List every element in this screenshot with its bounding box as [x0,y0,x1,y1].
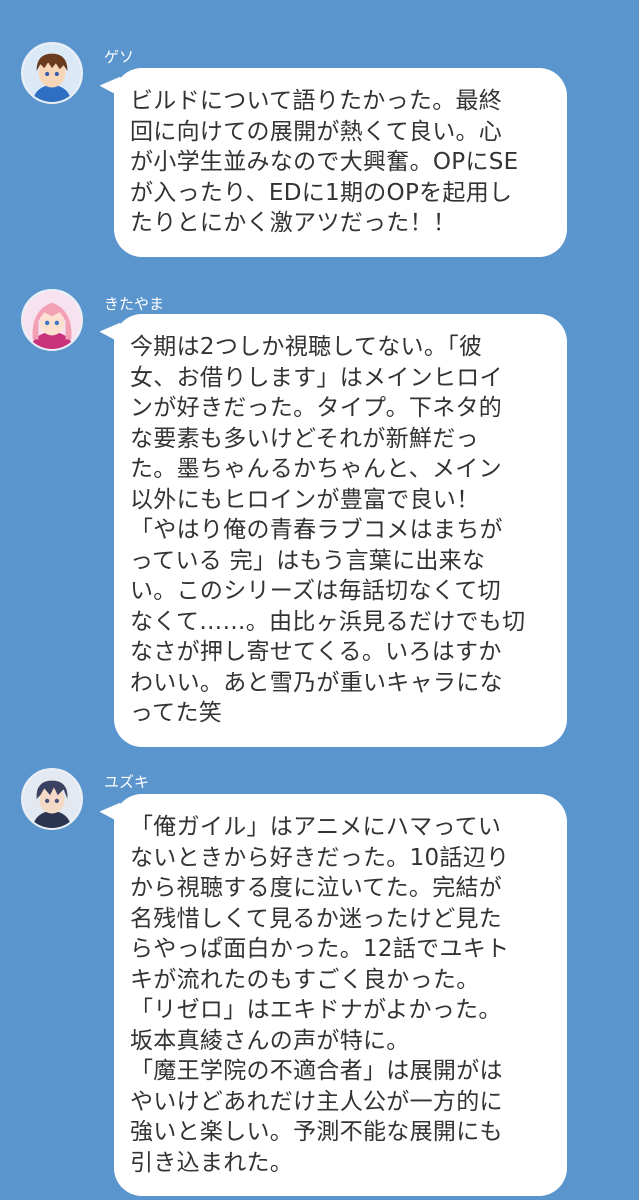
message-line: 以外にもヒロインが豊富で良い！ [130,486,480,513]
message-line: た。墨ちゃんるかちゃんと、メイン [130,456,502,482]
message-line: 今期は2つしか視聴してない。「彼 [130,334,483,360]
sender-name: ユズキ [104,773,150,791]
message-line: っている 完」はもう言葉に出来な [130,547,486,574]
message-line: 女、お借りします」はメインヒロイ [130,364,503,391]
message-line: い。このシリーズは毎話切なくて切 [130,578,501,604]
message-line: 「俺ガイル」はアニメにハマってい [130,814,502,840]
boy-brown-hair-avatar-icon[interactable] [21,42,83,104]
message-line: なくて……。由比ヶ浜見るだけでも切 [130,608,526,635]
message-text: 今期は2つしか視聴してない。「彼 女、お借りします」はメインヒロイ ンが好きだっ… [130,332,553,729]
message-line: 「リゼロ」はエキドナがよかった。 [130,997,502,1023]
boy-dark-hair-avatar-icon[interactable] [21,768,83,830]
sender-name: ゲソ [104,48,135,66]
message-line: ビルドについて語りたかった。最終 [130,88,503,114]
message-line: から視聴する度に泣いてた。完結が [130,875,503,901]
message-line: やいけどあれだけ主人公が一方的に [130,1088,503,1115]
message-line: ってた笑 [130,700,223,726]
message-line: キが流れたのもすごく良かった。 [130,966,480,993]
message-bubble: 「俺ガイル」はアニメにハマってい ないときから好きだった。10話辺り から視聴す… [114,794,567,1196]
message-text: ビルドについて語りたかった。最終 回に向けての展開が熱くて良い。心 が小学生並み… [130,86,553,239]
message-line: 「魔王学院の不適合者」は展開がは [130,1058,503,1084]
message-line: ないときから好きだった。10話辺り [130,844,510,871]
message-line: ンが好きだった。タイプ。下ネタ的 [130,395,503,421]
message-line: たりとにかく激アツだった！！ [130,210,457,236]
message-line: が小学生並みなので大興奮。OPにSE [130,149,519,175]
message-line: な要素も多いけどそれが新鮮だっ [130,425,479,452]
message-line: 引き込まれた。 [130,1149,294,1176]
message-line: 坂本真綾さんの声が特に。 [130,1027,410,1054]
message-line: なさが押し寄せてくる。いろはすか [130,639,502,665]
message-text: 「俺ガイル」はアニメにハマってい ないときから好きだった。10話辺り から視聴す… [130,812,553,1178]
message-line: 名残惜しくて見るか迷ったけど見た [130,905,503,932]
message-line: 回に向けての展開が熱くて良い。心 [130,118,503,145]
message-line: が入ったり、EDに1期のOPを起用し [130,179,513,206]
girl-pink-hair-avatar-icon[interactable] [21,289,83,351]
message-line: 強いと楽しい。予測不能な展開にも [130,1119,503,1145]
message-bubble: ビルドについて語りたかった。最終 回に向けての展開が熱くて良い。心 が小学生並み… [114,68,567,257]
message-bubble: 今期は2つしか視聴してない。「彼 女、お借りします」はメインヒロイ ンが好きだっ… [114,314,567,747]
message-line: 「やはり俺の青春ラブコメはまちが [130,517,503,543]
sender-name: きたやま [104,295,165,313]
message-line: らやっぱ面白かった。12話でユキト [130,936,510,962]
message-line: わいい。あと雪乃が重いキャラにな [130,669,503,696]
